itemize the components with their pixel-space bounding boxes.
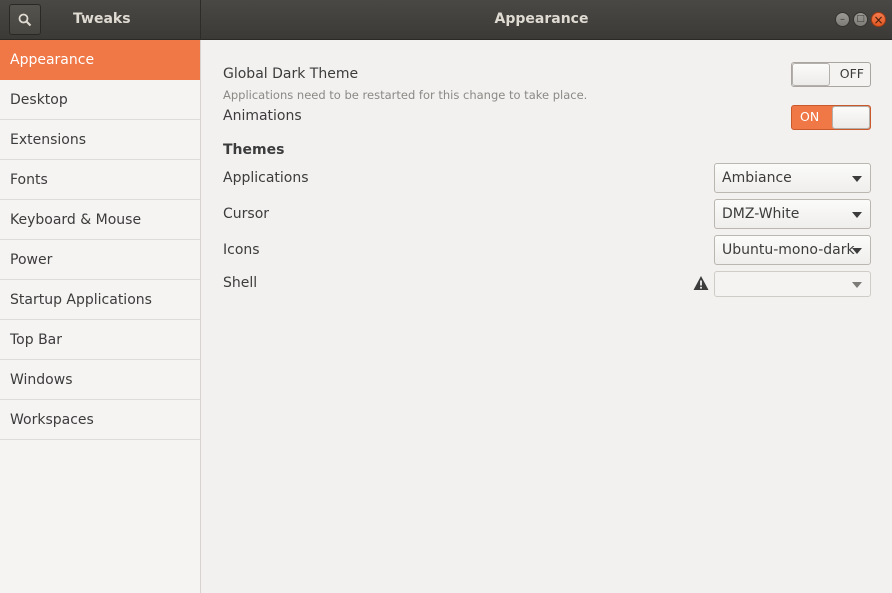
sidebar-item-power[interactable]: Power	[0, 240, 200, 280]
chevron-down-icon	[852, 248, 862, 254]
sidebar-item-label: Workspaces	[10, 411, 94, 428]
sidebar-item-desktop[interactable]: Desktop	[0, 80, 200, 120]
sidebar-item-top-bar[interactable]: Top Bar	[0, 320, 200, 360]
global-dark-theme-note: Applications need to be restarted for th…	[223, 88, 588, 102]
switch-state-text: ON	[800, 109, 820, 124]
themes-heading: Themes	[223, 142, 285, 158]
app-title: Tweaks	[73, 11, 131, 27]
sidebar-item-label: Startup Applications	[10, 291, 152, 308]
animations-label: Animations	[223, 108, 302, 124]
sidebar-item-startup-applications[interactable]: Startup Applications	[0, 280, 200, 320]
dropdown-value: DMZ-White	[722, 206, 800, 222]
sidebar-item-label: Appearance	[10, 51, 95, 68]
global-dark-theme-switch[interactable]: OFF	[791, 62, 871, 87]
sidebar-item-label: Desktop	[10, 91, 68, 108]
window-controls: – □ ×	[835, 12, 886, 27]
minimize-button[interactable]: –	[835, 12, 850, 27]
shell-label: Shell	[223, 275, 258, 291]
chevron-down-icon	[852, 282, 862, 288]
switch-knob	[792, 63, 830, 86]
sidebar-item-fonts[interactable]: Fonts	[0, 160, 200, 200]
minimize-icon: –	[840, 13, 845, 25]
switch-knob	[832, 106, 870, 129]
maximize-icon: □	[856, 14, 865, 24]
header-bar: Tweaks Appearance – □ ×	[0, 0, 892, 40]
appearance-panel: Global Dark Theme Applications need to b…	[201, 40, 892, 593]
search-button[interactable]	[9, 4, 41, 35]
close-icon: ×	[873, 12, 884, 27]
icons-theme-dropdown[interactable]: Ubuntu-mono-dark	[714, 235, 871, 265]
content-header: Appearance – □ ×	[201, 0, 892, 40]
sidebar-item-appearance[interactable]: Appearance	[0, 40, 200, 80]
sidebar-item-label: Power	[10, 251, 53, 268]
sidebar-item-label: Fonts	[10, 171, 48, 188]
sidebar-item-label: Windows	[10, 371, 73, 388]
warning-icon	[693, 276, 709, 290]
global-dark-theme-label: Global Dark Theme	[223, 66, 359, 82]
cursor-label: Cursor	[223, 206, 270, 222]
applications-label: Applications	[223, 170, 309, 186]
sidebar-item-windows[interactable]: Windows	[0, 360, 200, 400]
switch-state-text: OFF	[839, 66, 864, 81]
search-icon	[18, 13, 32, 26]
window-title: Appearance	[494, 11, 589, 27]
sidebar-item-workspaces[interactable]: Workspaces	[0, 400, 200, 440]
shell-theme-dropdown[interactable]	[714, 271, 871, 297]
close-button[interactable]: ×	[871, 12, 886, 27]
maximize-button[interactable]: □	[853, 12, 868, 27]
cursor-theme-dropdown[interactable]: DMZ-White	[714, 199, 871, 229]
applications-theme-dropdown[interactable]: Ambiance	[714, 163, 871, 193]
sidebar-item-label: Extensions	[10, 131, 87, 148]
animations-switch[interactable]: ON	[791, 105, 871, 130]
icons-label: Icons	[223, 242, 260, 258]
sidebar-header: Tweaks	[0, 0, 201, 40]
dropdown-value: Ambiance	[722, 170, 792, 186]
sidebar-item-extensions[interactable]: Extensions	[0, 120, 200, 160]
sidebar-item-label: Top Bar	[10, 331, 63, 348]
chevron-down-icon	[852, 176, 862, 182]
sidebar-item-keyboard-mouse[interactable]: Keyboard & Mouse	[0, 200, 200, 240]
sidebar: Appearance Desktop Extensions Fonts Keyb…	[0, 40, 201, 593]
dropdown-value: Ubuntu-mono-dark	[722, 242, 855, 258]
chevron-down-icon	[852, 212, 862, 218]
sidebar-item-label: Keyboard & Mouse	[10, 211, 142, 228]
